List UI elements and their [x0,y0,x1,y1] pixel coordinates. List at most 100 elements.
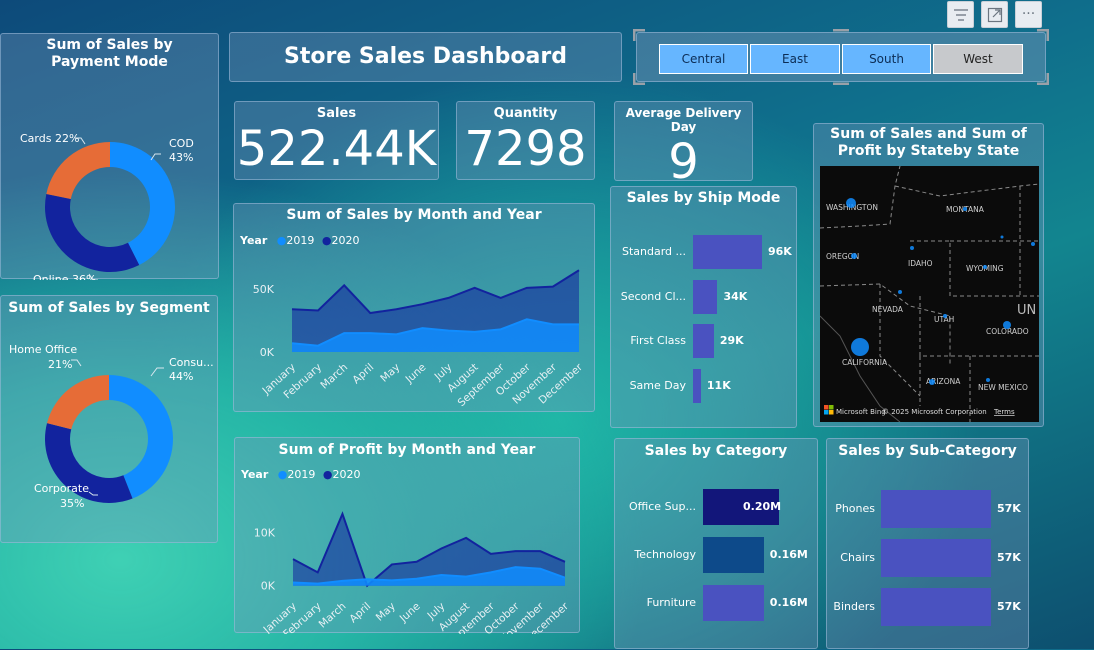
map-bubble [929,379,935,385]
sales-kpi-value: 522.44K [236,121,437,177]
category-bar-label: Office Sup... [628,500,696,513]
quantity-kpi-card: Quantity 7298 [456,101,595,180]
category-bar[interactable] [703,537,764,573]
state-map[interactable]: WASHINGTONMONTANAOREGONIDAHOWYOMINGNEVAD… [820,166,1039,422]
home-office-label: Home Office [9,343,77,356]
map-state-label: IDAHO [908,259,933,268]
category-bar[interactable] [703,585,764,621]
state-border [894,183,1039,197]
sub-category-card: Sales by Sub-Category Phones 57K Chairs 57K… [826,438,1029,649]
filter-button[interactable] [947,1,974,28]
slicer-option-south[interactable]: South [842,44,931,74]
map-state-label: NEVADA [872,305,904,314]
category-bar-value: 0.16M [769,548,808,561]
sub-category-bar-label: Phones [835,502,875,515]
sales-xtick-april: April [350,361,376,386]
sales-area-chart: 50K0KJanuaryFebruaryMarch April May June Jul… [253,269,586,409]
bing-logo-square [829,405,834,410]
sales-xtick-may: May [378,361,402,384]
map-terms-link[interactable]: Terms [993,408,1015,416]
consumer-label: Consu... [169,356,214,369]
ship-mode-bar-value: 11K [706,378,731,392]
sub-category-bar-label: Binders [833,600,875,613]
profit-xtick-march: March [317,600,349,630]
map-bubble [963,207,967,211]
category-bar-label: Technology [634,548,696,561]
category-bar-value: 0.16M [769,596,808,609]
map-bubble [1031,242,1035,246]
cards-label: Cards 22% [20,132,79,145]
bing-logo-square [829,410,834,415]
delivery-kpi-card: Average Delivery Day 9 [614,101,753,190]
bing-logo [824,405,834,415]
slicer-option-east[interactable]: East [750,44,840,74]
map-bubble [943,314,947,318]
sub-category-bar[interactable] [881,588,991,626]
payment-mode-title: Sum of Sales by Payment Mode [46,37,173,70]
sales-kpi-label: Sales [316,106,357,121]
profit-ytick: 10K [254,527,276,540]
ship-mode-bar[interactable] [693,324,714,358]
profit-xtick-april: April [347,600,373,625]
ship-mode-bar-value: 29K [719,334,744,347]
quantity-kpi-label: Quantity [493,106,558,121]
category-bar-label: Furniture [646,596,696,609]
profit-xtick-june: June [397,600,423,625]
map-bubble [851,338,869,356]
payment-mode-donut: COD43% Online 36% Cards 22% [20,132,194,280]
map-brand: Microsoft Bing [836,408,886,416]
profit-by-month-card: Sum of Profit by Month and Year Year ●20… [234,437,580,634]
sales-ytick: 0K [260,346,275,359]
payment-slice-cards [46,142,110,199]
sub-category-bar[interactable] [881,539,991,577]
segment-leader-line [150,367,164,377]
corporate-label: Corporate [34,482,89,495]
ship-mode-bar-value: 96K [768,245,792,258]
sales-xtick-june: June [403,361,429,386]
payment-mode-card: Sum of Sales by Payment Mode COD 43% Onlin… [0,33,219,280]
ship-mode-bar-label: Same Day [629,378,686,392]
map-attribution: © 2025 Microsoft Corporation [882,408,987,416]
map-canvas: WASHINGTONMONTANAOREGONIDAHOWYOMINGNEVAD… [820,166,1039,422]
focus-mode-button[interactable] [981,1,1008,28]
ship-mode-bar-value: 34K [723,289,748,303]
ship-mode-card: Sales by Ship Mode Standard ... 96K Second… [610,186,797,428]
sales-by-month-title: Sum of Sales by Month and Year [286,207,542,223]
sub-category-bar-value: 57K [997,600,1021,613]
sales-ytick: 50K [253,283,275,296]
profit-xtick-may: May [374,600,398,623]
cod-label: COD [169,137,194,150]
corporate-pct-label: 35% [60,497,84,510]
ship-mode-bar-label: Standard ... [621,245,686,258]
segment-title: Sum of Sales by Segment [8,300,210,316]
category-card: Sales by Category Office Sup... 0.20M Tech… [614,438,818,649]
segment-slice-home-office [47,375,109,430]
segment-donut: Consu...44% Corporate 35% Home Office 21% [9,343,214,510]
map-bubble [1003,321,1011,329]
sales-xtick-march: March [318,361,350,391]
delivery-kpi-value: 9 [668,134,699,190]
ship-mode-bar[interactable] [693,235,762,269]
consumer-pct-label: 44% [169,370,193,383]
payment-slice-online [45,193,140,272]
sub-category-bar[interactable] [881,490,991,528]
more-options-button[interactable]: ··· [1015,1,1042,28]
map-bubble [986,378,990,382]
segment-card: Sum of Sales by Segment Consu... 44% Corpo… [0,295,218,543]
more-options-icon: ··· [1021,6,1036,22]
map-bubble [898,290,902,294]
map-state-label: UN [1017,303,1036,318]
slicer-option-west[interactable]: West [933,44,1023,74]
slicer-option-central[interactable]: Central [659,44,748,74]
ship-mode-bar[interactable] [693,279,718,314]
map-card: Sum of Sales and Sum of Profit by Stateb… [813,123,1044,427]
delivery-kpi-label: Average Delivery Day [625,106,742,134]
filter-lines-icon [953,9,968,21]
state-border [820,283,951,366]
state-border [879,284,921,397]
category-bar-value: 0.20M [743,500,782,513]
sub-category-bar-label: Chairs [840,551,875,564]
bing-logo-square [824,410,829,415]
ship-mode-bar[interactable] [693,368,701,403]
map-bubble [846,198,856,208]
